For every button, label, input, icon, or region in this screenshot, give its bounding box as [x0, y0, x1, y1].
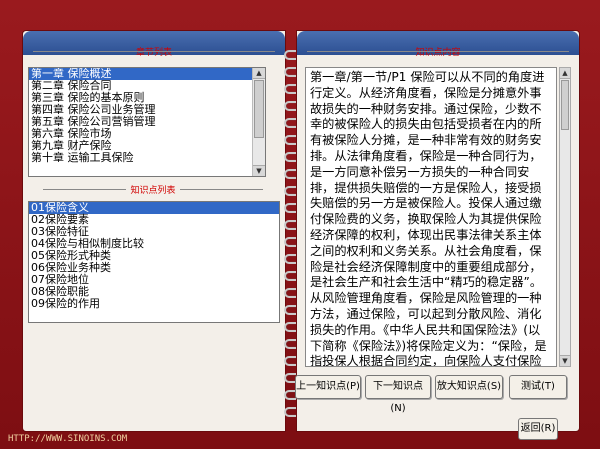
footer-url: HTTP://WWW.SINOINS.COM: [8, 434, 128, 444]
scroll-up-arrow-icon[interactable]: ▲: [560, 68, 570, 79]
knowledge-point-list[interactable]: 01保险含义 02保险要素 03保险特征 04保险与相似制度比较 05保险形式种类 06保…: [28, 201, 280, 323]
chapter-scrollbar[interactable]: ▲ ▼: [252, 68, 265, 176]
binding-spiral: [284, 50, 302, 420]
scroll-thumb[interactable]: [254, 80, 264, 138]
chapter-item[interactable]: 第十章 运输工具保险: [29, 152, 265, 164]
chapter-title-line: [33, 51, 275, 52]
left-page: 章节列表 第一章 保险概述 第二章 保险合同 第三章 保险的基本原则 第四章 保险公司…: [22, 30, 286, 432]
scroll-up-arrow-icon[interactable]: ▲: [253, 68, 265, 79]
scroll-down-arrow-icon[interactable]: ▼: [560, 355, 570, 366]
next-point-button[interactable]: 下一知识点(N): [365, 375, 431, 414]
prev-point-button[interactable]: 上一知识点(P): [295, 375, 361, 399]
test-button[interactable]: 测试(T): [509, 375, 567, 399]
knowledge-list-title: 知识点列表: [126, 186, 180, 196]
right-page: 知识点内容 第一章/第一节/P1 保险可以从不同的角度进行定义。从经济角度看，保…: [295, 30, 580, 432]
scroll-thumb[interactable]: [561, 80, 569, 130]
app-window: 章节列表 第一章 保险概述 第二章 保险合同 第三章 保险的基本原则 第四章 保险公司…: [0, 0, 600, 449]
knowledge-point-item[interactable]: 09保险的作用: [29, 298, 279, 310]
knowledge-content-text: 第一章/第一节/P1 保险可以从不同的角度进行定义。从经济角度看，保险是分摊意外…: [305, 67, 557, 367]
scroll-down-arrow-icon[interactable]: ▼: [253, 165, 265, 176]
chapter-list[interactable]: 第一章 保险概述 第二章 保险合同 第三章 保险的基本原则 第四章 保险公司业务管理第…: [28, 67, 266, 177]
back-button[interactable]: 返回(R): [518, 418, 558, 440]
enlarge-point-button[interactable]: 放大知识点(S): [435, 375, 503, 399]
content-scrollbar[interactable]: ▲ ▼: [559, 67, 571, 367]
knowledge-list-header: 知识点列表: [43, 183, 263, 196]
content-title-line: [307, 51, 569, 52]
